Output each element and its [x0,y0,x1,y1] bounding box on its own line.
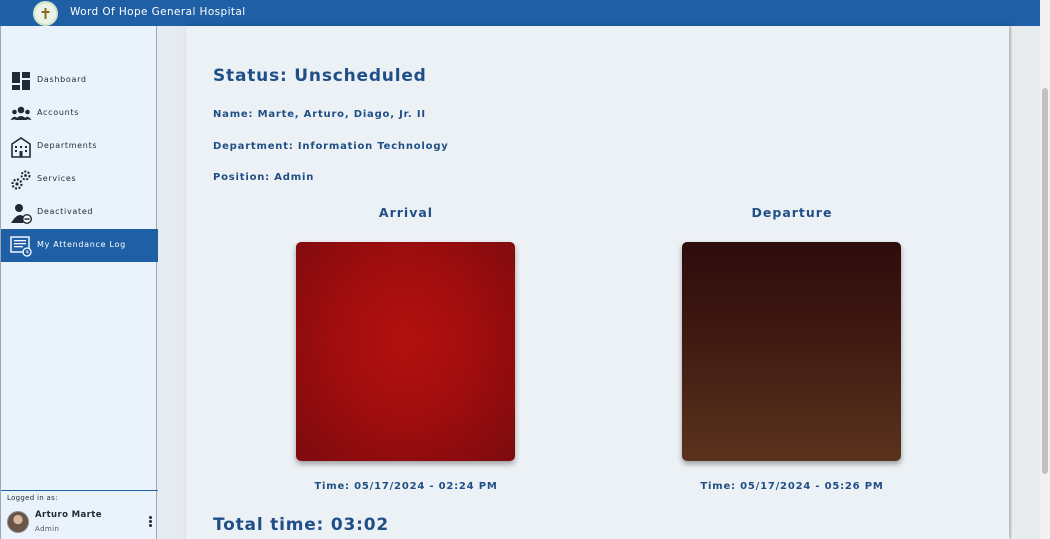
sidebar-item-departments[interactable]: Departments [1,130,158,163]
employee-name: Name: Marte, Arturo, Diago, Jr. II [213,109,426,120]
users-icon [10,103,32,125]
departure-photo[interactable] [682,242,901,461]
content-gutter [158,26,186,539]
arrival-title: Arrival [378,205,434,220]
sidebar-item-label: Departments [37,141,98,150]
more-options-icon[interactable] [147,516,153,530]
top-header: Word Of Hope General Hospital [0,0,1040,26]
sidebar-item-dashboard[interactable]: Dashboard [1,64,158,97]
avatar [7,511,29,533]
right-gutter [1012,26,1040,539]
user-name: Arturo Marte [35,510,102,520]
arrival-time: Time: 05/17/2024 - 02:24 PM [314,481,498,492]
departure-time: Time: 05/17/2024 - 05:26 PM [700,481,884,492]
building-icon [10,136,32,158]
sidebar-item-accounts[interactable]: Accounts [1,97,158,130]
user-minus-icon [10,202,33,225]
departure-title: Departure [751,205,833,220]
total-time: Total time: 03:02 [213,515,389,535]
logged-in-user-panel: Logged in as: Arturo Marte Admin [1,490,158,539]
status-heading: Status: Unscheduled [213,66,427,86]
user-role: Admin [35,525,60,533]
attendance-log-icon [10,235,32,257]
logged-in-label: Logged in as: [7,494,58,502]
sidebar: Dashboard Accounts Departments Services … [0,26,158,539]
page-scrollbar[interactable] [1040,0,1050,539]
sidebar-item-services[interactable]: Services [1,163,158,196]
employee-position: Position: Admin [213,172,315,183]
arrival-photo[interactable] [296,242,515,461]
scrollbar-thumb[interactable] [1042,88,1048,474]
gears-icon [10,169,32,191]
sidebar-item-label: Dashboard [37,75,87,84]
sidebar-item-label: My Attendance Log [37,240,126,249]
sidebar-item-deactivated[interactable]: Deactivated [1,196,158,229]
app-title: Word Of Hope General Hospital [70,6,246,18]
employee-department: Department: Information Technology [213,141,449,152]
dashboard-icon [10,70,32,92]
sidebar-item-label: Deactivated [37,207,94,216]
sidebar-item-label: Accounts [37,108,80,117]
hospital-logo-icon[interactable] [33,1,58,26]
sidebar-item-my-attendance-log[interactable]: My Attendance Log [1,229,158,262]
sidebar-item-label: Services [37,174,77,183]
